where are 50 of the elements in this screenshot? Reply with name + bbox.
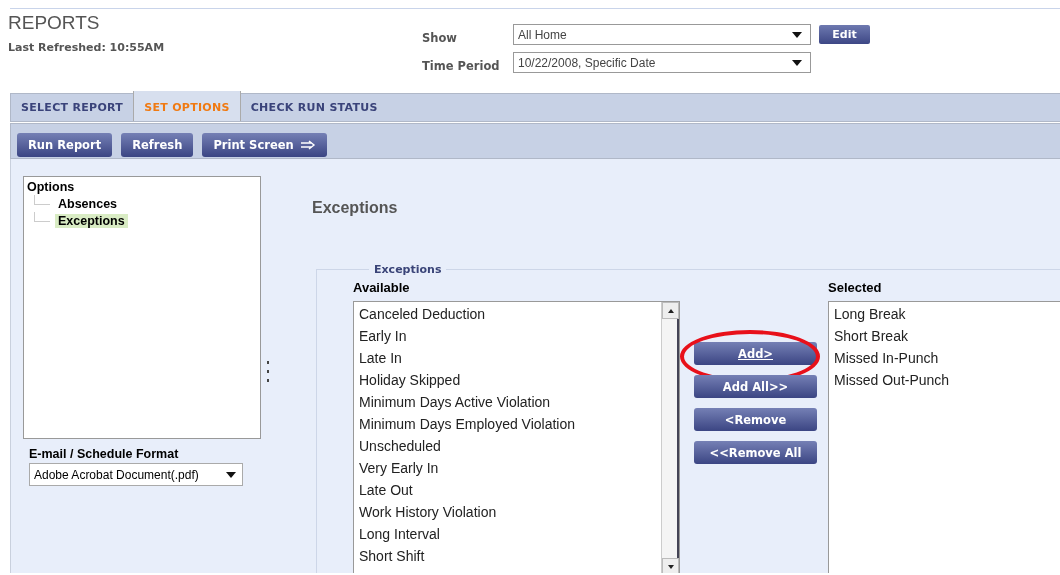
caret-icon xyxy=(792,31,802,38)
selected-list[interactable]: Long Break Short Break Missed In-Punch Missed Out-Punch xyxy=(828,301,1060,573)
toolbar-button[interactable]: Run Report xyxy=(17,133,113,157)
section-title: Exceptions xyxy=(312,199,399,217)
list-item[interactable]: Late Out xyxy=(359,479,656,501)
list-item[interactable]: Short Shift xyxy=(359,545,656,567)
toolbar-button[interactable]: Print Screen xyxy=(202,133,327,157)
list-item[interactable]: Unscheduled xyxy=(359,435,656,457)
tab[interactable]: CHECK RUN STATUS xyxy=(240,94,388,121)
toolbar-button[interactable]: Refresh xyxy=(121,133,194,157)
list-item[interactable]: Long Interval xyxy=(359,523,656,545)
list-item[interactable]: Minimum Days Active Violation xyxy=(359,391,656,413)
available-list[interactable]: Canceled Deduction Early In Late In Holiday Skipped Minimum Days Active Violation Minimum Days Employed Violation Unscheduled Very Early In Late Out Work History Violation Long Interval Short Shift xyxy=(353,301,680,573)
available-label: Available xyxy=(353,280,411,295)
caret-icon xyxy=(792,59,802,66)
list-item[interactable]: Long Break xyxy=(834,303,1055,325)
scroll-up-icon[interactable] xyxy=(662,302,679,319)
tree-item[interactable]: Exceptions xyxy=(55,213,128,228)
list-item[interactable]: Missed In-Punch xyxy=(834,347,1055,369)
list-item[interactable]: Missed Out-Punch xyxy=(834,369,1055,391)
list-item[interactable]: Early In xyxy=(359,325,656,347)
tab[interactable]: SELECT REPORT xyxy=(11,94,134,121)
scroll-down-icon[interactable] xyxy=(662,558,679,573)
selected-label: Selected xyxy=(828,280,883,295)
list-item[interactable]: Canceled Deduction xyxy=(359,303,656,325)
format-label: E-mail / Schedule Format xyxy=(29,447,180,461)
filter-dropdown[interactable]: All Home xyxy=(513,24,811,45)
scrollbar[interactable] xyxy=(661,302,679,573)
list-item[interactable]: Very Early In xyxy=(359,457,656,479)
list-item[interactable]: Minimum Days Employed Violation xyxy=(359,413,656,435)
list-item[interactable]: Short Break xyxy=(834,325,1055,347)
transfer-button[interactable]: <<Remove All xyxy=(694,441,817,464)
format-dropdown[interactable]: Adobe Acrobat Document(.pdf) xyxy=(29,463,243,486)
list-item[interactable]: Work History Violation xyxy=(359,501,656,523)
list-item[interactable]: Late In xyxy=(359,347,656,369)
tree-root: Options xyxy=(27,179,76,195)
group-legend: Exceptions xyxy=(369,263,447,276)
edit-button[interactable]: Edit xyxy=(819,25,870,44)
filter-label: Show xyxy=(422,29,458,45)
tree-item[interactable]: Absences xyxy=(55,196,121,211)
splitter-handle[interactable] xyxy=(267,361,271,385)
filter-label: Time Period xyxy=(422,57,501,73)
list-item[interactable]: Holiday Skipped xyxy=(359,369,656,391)
caret-icon xyxy=(226,471,236,478)
transfer-button[interactable]: Add> xyxy=(694,342,817,365)
last-refreshed-text: Last Refreshed: 10:55AM xyxy=(8,41,166,54)
page-title: REPORTS xyxy=(8,12,101,34)
transfer-button[interactable]: Add All>> xyxy=(694,375,817,398)
transfer-button[interactable]: <Remove xyxy=(694,408,817,431)
filter-dropdown[interactable]: 10/22/2008, Specific Date xyxy=(513,52,811,73)
